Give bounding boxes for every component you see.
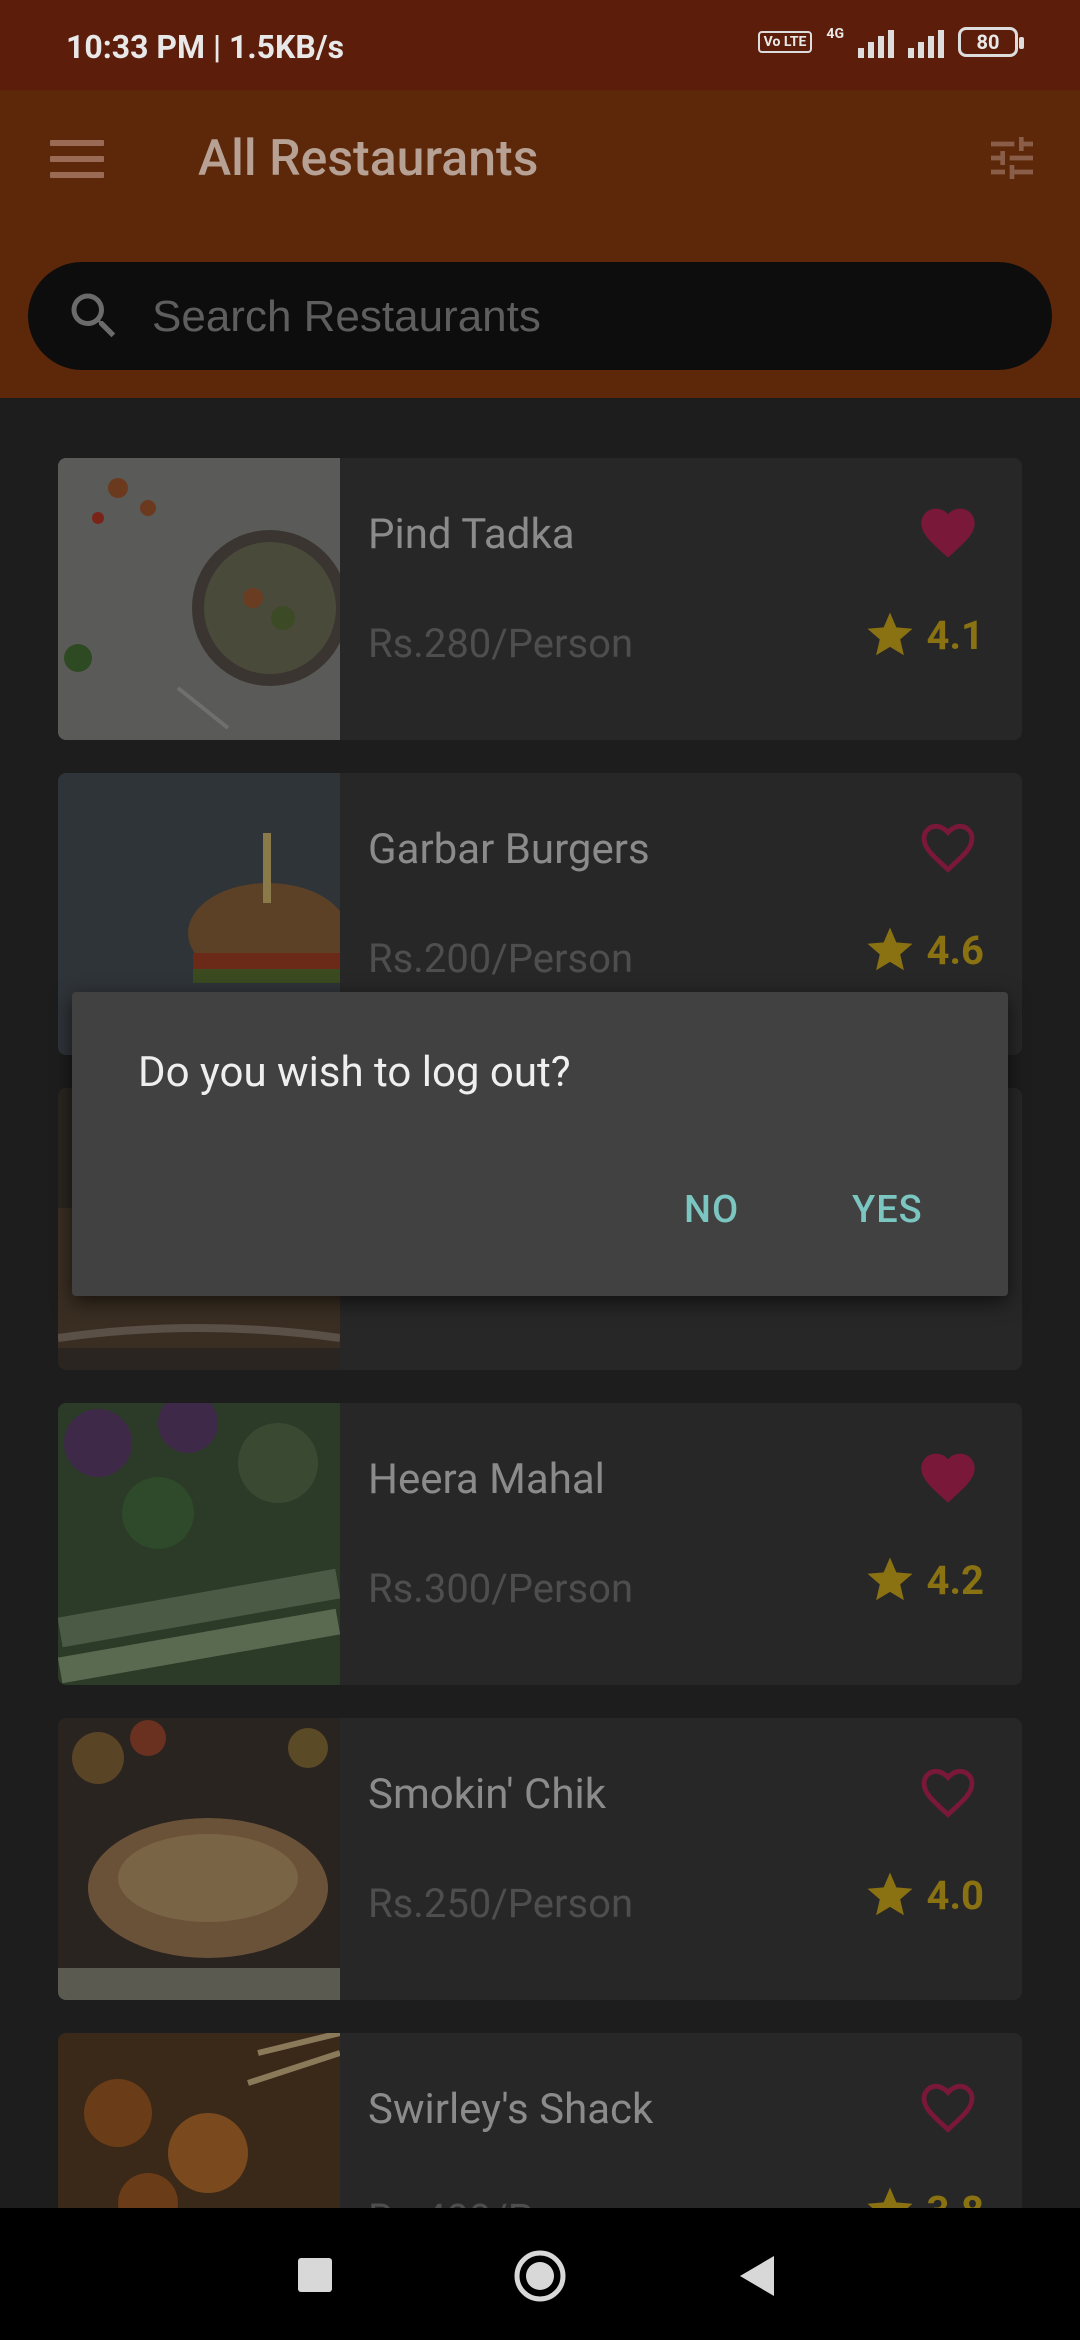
search-area bbox=[0, 232, 1080, 398]
triangle-back-icon[interactable] bbox=[740, 2256, 776, 2300]
heart-filled-icon[interactable] bbox=[916, 1445, 980, 1505]
rating-value: 4.1 bbox=[926, 611, 985, 659]
heart-outline-icon[interactable] bbox=[916, 815, 980, 875]
rating: 4.6 bbox=[863, 923, 985, 977]
restaurant-thumbnail bbox=[58, 2033, 340, 2208]
star-icon bbox=[867, 1557, 912, 1601]
heart-filled-icon[interactable] bbox=[916, 500, 980, 560]
star-icon bbox=[867, 1872, 912, 1916]
rating: 4.1 bbox=[863, 608, 985, 662]
restaurant-card[interactable]: Pind Tadka Rs.280/Person 4.1 bbox=[58, 458, 1022, 740]
restaurant-price: Rs.280/Person bbox=[368, 620, 634, 667]
restaurant-price: Rs.250/Person bbox=[368, 1880, 634, 1927]
rating: 4.0 bbox=[863, 1868, 985, 1922]
restaurant-list[interactable]: Pind Tadka Rs.280/Person 4.1 Garbar Burg… bbox=[0, 398, 1080, 2208]
rating-value: 4.0 bbox=[926, 1871, 985, 1919]
heart-outline-icon[interactable] bbox=[916, 2075, 980, 2135]
network-type: 4G bbox=[826, 26, 844, 42]
rating-value: 4.2 bbox=[926, 1556, 985, 1604]
star-icon bbox=[867, 612, 912, 656]
restaurant-card[interactable]: Heera Mahal Rs.300/Person 4.2 bbox=[58, 1403, 1022, 1685]
app-bar: All Restaurants bbox=[0, 90, 1080, 232]
restaurant-card[interactable]: Swirley's Shack Rs.400/Person 3.8 bbox=[58, 2033, 1022, 2208]
restaurant-name: Heera Mahal bbox=[368, 1455, 605, 1504]
status-time: 10:33 PM | 1.5KB/s bbox=[66, 28, 345, 66]
signal-icon bbox=[858, 26, 894, 58]
no-button[interactable]: NO bbox=[684, 1188, 739, 1232]
restaurant-thumbnail bbox=[58, 1403, 340, 1685]
star-icon bbox=[867, 927, 912, 971]
restaurant-thumbnail bbox=[58, 458, 340, 740]
hamburger-menu-icon[interactable] bbox=[50, 140, 104, 182]
page-title: All Restaurants bbox=[198, 130, 539, 188]
restaurant-price: Rs.200/Person bbox=[368, 935, 634, 982]
rating: 3.8 bbox=[863, 2183, 985, 2209]
star-icon bbox=[867, 2187, 912, 2208]
status-bar: 10:33 PM | 1.5KB/s Vo LTE 4G 80 bbox=[0, 0, 1080, 90]
restaurant-name: Swirley's Shack bbox=[368, 2085, 654, 2134]
signal-icon-2 bbox=[908, 26, 944, 58]
restaurant-price: Rs.400/Person bbox=[368, 2195, 633, 2208]
sliders-filter-icon[interactable] bbox=[984, 130, 1040, 190]
dialog-message: Do you wish to log out? bbox=[138, 1048, 571, 1097]
search-icon bbox=[64, 286, 124, 350]
heart-outline-icon[interactable] bbox=[916, 1760, 980, 1820]
rating-value: 4.6 bbox=[926, 926, 985, 974]
circle-home-icon[interactable] bbox=[513, 2249, 567, 2307]
restaurant-name: Smokin' Chik bbox=[368, 1770, 607, 1819]
logout-dialog: Do you wish to log out? NO YES bbox=[72, 992, 1008, 1296]
square-recents-icon[interactable] bbox=[298, 2258, 332, 2296]
restaurant-card[interactable]: Smokin' Chik Rs.250/Person 4.0 bbox=[58, 1718, 1022, 2000]
restaurant-name: Pind Tadka bbox=[368, 510, 575, 559]
yes-button[interactable]: YES bbox=[852, 1188, 923, 1232]
restaurant-price: Rs.300/Person bbox=[368, 1565, 634, 1612]
battery-icon: 80 bbox=[958, 27, 1024, 57]
system-nav-bar bbox=[0, 2208, 1080, 2340]
search-bar[interactable] bbox=[28, 262, 1052, 370]
restaurant-name: Garbar Burgers bbox=[368, 825, 650, 874]
volte-icon: Vo LTE bbox=[757, 31, 813, 53]
search-input[interactable] bbox=[150, 284, 1014, 350]
rating-value: 3.8 bbox=[927, 2187, 985, 2209]
rating: 4.2 bbox=[863, 1553, 985, 1607]
status-icons: Vo LTE 4G 80 bbox=[757, 26, 1024, 58]
restaurant-thumbnail bbox=[58, 1718, 340, 2000]
